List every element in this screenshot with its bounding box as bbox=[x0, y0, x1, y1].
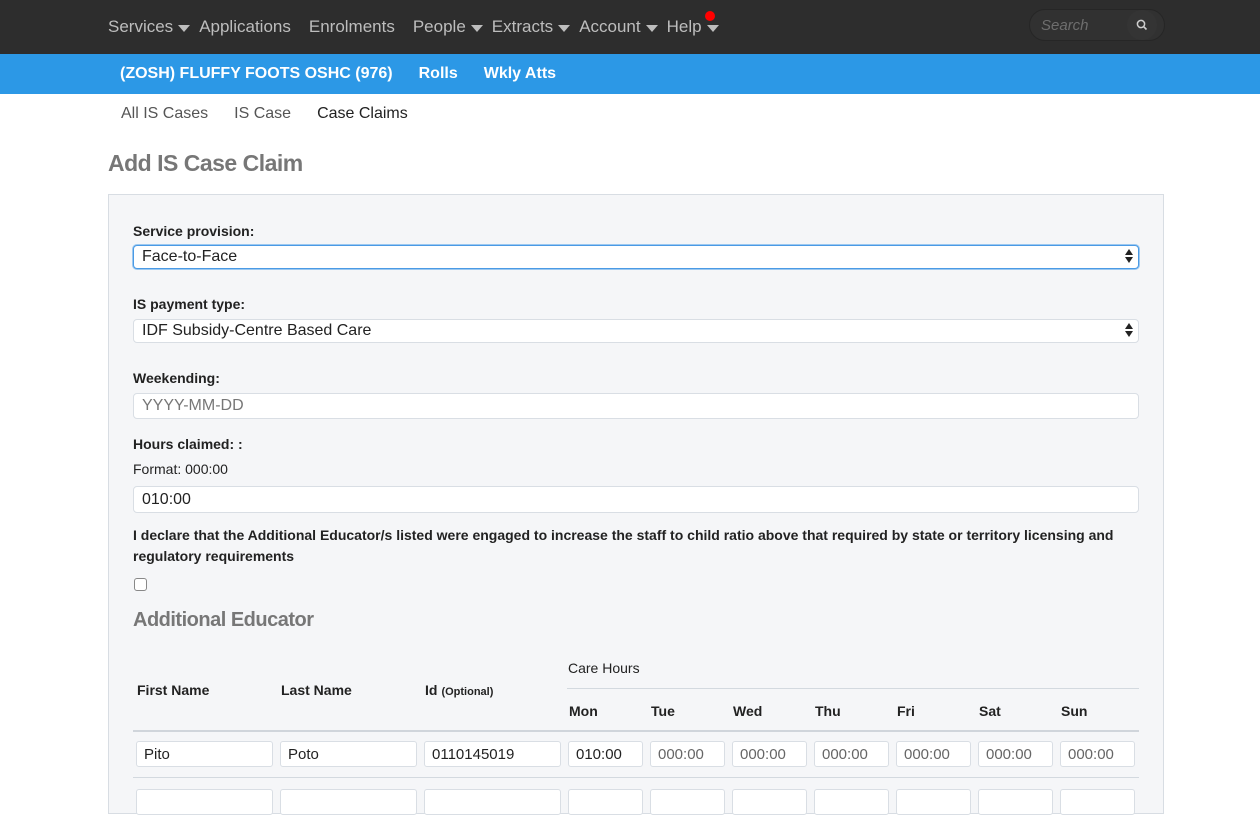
service-provision-label: Service provision: bbox=[133, 223, 255, 239]
day-header-sun: Sun bbox=[1061, 703, 1088, 719]
nav-account[interactable]: Account bbox=[579, 17, 658, 37]
nav-label: Extracts bbox=[491, 17, 554, 36]
hours-input-sat[interactable]: 000:00 bbox=[978, 741, 1053, 767]
first-name-input[interactable]: Pito bbox=[136, 741, 273, 767]
service-name-link[interactable]: (ZOSH) FLUFFY FOOTS OSHC (976) bbox=[120, 65, 393, 83]
additional-educator-title: Additional Educator bbox=[133, 609, 314, 631]
id-header-label: Id bbox=[425, 682, 438, 698]
service-bar: (ZOSH) FLUFFY FOOTS OSHC (976) Rolls Wkl… bbox=[0, 54, 1260, 94]
empty-cell-input[interactable] bbox=[136, 789, 273, 815]
hours-input-thu[interactable]: 000:00 bbox=[814, 741, 889, 767]
service-provision-value: Face-to-Face bbox=[142, 248, 238, 265]
row-divider bbox=[133, 777, 1139, 778]
payment-type-value: IDF Subsidy-Centre Based Care bbox=[142, 322, 372, 339]
caret-down-icon bbox=[558, 24, 571, 32]
day-header-fri: Fri bbox=[897, 703, 915, 719]
search-icon bbox=[1136, 19, 1148, 31]
tab-case-claims[interactable]: Case Claims bbox=[317, 105, 408, 123]
caret-down-icon bbox=[470, 24, 483, 32]
caret-down-icon bbox=[178, 24, 191, 32]
payment-type-label: IS payment type: bbox=[133, 296, 246, 312]
claim-form-panel: Service provision: Face-to-Face IS payme… bbox=[108, 194, 1164, 815]
main-nav: Services Applications Enrolments People Extr… bbox=[108, 0, 728, 54]
hours-input-tue[interactable]: 000:00 bbox=[650, 741, 725, 767]
educator-id-input[interactable]: 0110145019 bbox=[424, 741, 561, 767]
rolls-link[interactable]: Rolls bbox=[419, 65, 458, 83]
empty-cell-input[interactable] bbox=[1060, 789, 1135, 815]
weekending-input[interactable]: YYYY-MM-DD bbox=[133, 393, 1139, 419]
search-button[interactable] bbox=[1127, 10, 1157, 40]
declaration-text: I declare that the Additional Educator/s… bbox=[133, 527, 1114, 564]
weekly-atts-link[interactable]: Wkly Atts bbox=[484, 65, 556, 83]
hours-claimed-label: Hours claimed: : bbox=[133, 436, 243, 452]
tab-all-is-cases[interactable]: All IS Cases bbox=[121, 105, 208, 123]
nav-label: Enrolments bbox=[308, 17, 395, 36]
empty-cell-input[interactable] bbox=[896, 789, 971, 815]
top-navbar: Services Applications Enrolments People Extr… bbox=[0, 0, 1260, 54]
first-name-header: First Name bbox=[137, 682, 210, 698]
header-divider bbox=[133, 730, 1139, 732]
hours-claimed-input[interactable]: 010:00 bbox=[133, 486, 1139, 513]
day-header-tue: Tue bbox=[651, 703, 675, 719]
empty-cell-input[interactable] bbox=[814, 789, 889, 815]
hours-input-mon[interactable]: 010:00 bbox=[568, 741, 643, 767]
care-hours-divider bbox=[567, 688, 1139, 689]
page-title: Add IS Case Claim bbox=[108, 150, 303, 176]
empty-cell-input[interactable] bbox=[568, 789, 643, 815]
nav-label: Account bbox=[579, 17, 641, 36]
nav-people[interactable]: People bbox=[413, 17, 483, 37]
empty-cell-input[interactable] bbox=[650, 789, 725, 815]
search-input[interactable] bbox=[1030, 15, 1125, 35]
payment-type-select[interactable]: IDF Subsidy-Centre Based Care bbox=[133, 319, 1139, 343]
nav-services[interactable]: Services bbox=[108, 17, 191, 37]
empty-cell-input[interactable] bbox=[280, 789, 417, 815]
last-name-header: Last Name bbox=[281, 682, 352, 698]
nav-label: People bbox=[412, 17, 466, 36]
day-header-thu: Thu bbox=[815, 703, 841, 719]
last-name-input[interactable]: Poto bbox=[280, 741, 417, 767]
empty-cell-input[interactable] bbox=[424, 789, 561, 815]
day-header-sat: Sat bbox=[979, 703, 1001, 719]
nav-label: Services bbox=[108, 17, 174, 36]
nav-label: Help bbox=[666, 17, 702, 36]
weekending-label: Weekending: bbox=[133, 370, 220, 386]
hours-input-fri[interactable]: 000:00 bbox=[896, 741, 971, 767]
sub-nav: All IS Cases IS Case Case Claims bbox=[0, 94, 1260, 134]
hours-format-hint: Format: 000:00 bbox=[133, 461, 228, 477]
hours-input-sun[interactable]: 000:00 bbox=[1060, 741, 1135, 767]
day-header-wed: Wed bbox=[733, 703, 763, 719]
id-header: Id (Optional) bbox=[425, 682, 493, 698]
nav-help[interactable]: Help bbox=[666, 11, 719, 37]
care-hours-header: Care Hours bbox=[568, 660, 640, 676]
select-arrows-icon bbox=[1125, 323, 1133, 337]
notification-dot bbox=[704, 11, 715, 21]
select-arrows-icon bbox=[1125, 249, 1133, 263]
declaration-checkbox[interactable] bbox=[134, 578, 147, 591]
empty-cell-input[interactable] bbox=[978, 789, 1053, 815]
caret-down-icon bbox=[645, 24, 658, 32]
nav-applications[interactable]: Applications bbox=[199, 17, 291, 37]
search-box bbox=[1029, 9, 1165, 41]
nav-label: Applications bbox=[199, 17, 291, 36]
nav-enrolments[interactable]: Enrolments bbox=[309, 17, 395, 37]
tab-is-case[interactable]: IS Case bbox=[234, 105, 291, 123]
empty-cell-input[interactable] bbox=[732, 789, 807, 815]
nav-extracts[interactable]: Extracts bbox=[491, 17, 571, 37]
service-provision-select[interactable]: Face-to-Face bbox=[133, 245, 1139, 269]
hours-input-wed[interactable]: 000:00 bbox=[732, 741, 807, 767]
day-header-mon: Mon bbox=[569, 703, 598, 719]
id-optional-note: (Optional) bbox=[441, 686, 494, 698]
caret-down-icon bbox=[706, 24, 719, 32]
